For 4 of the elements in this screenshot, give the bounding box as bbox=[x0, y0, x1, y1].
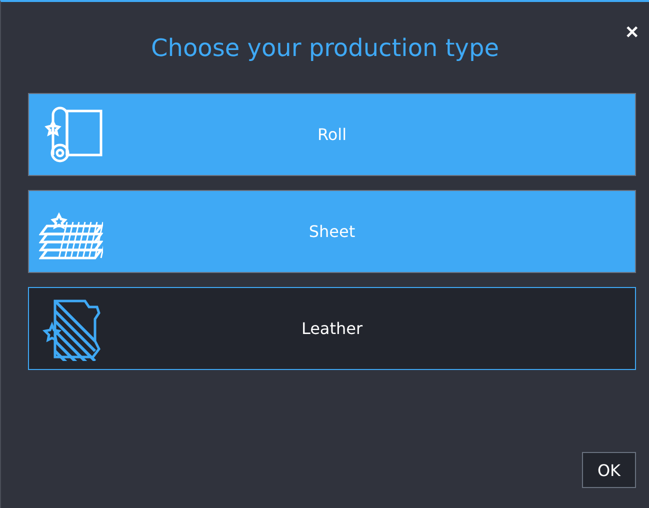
production-type-option[interactable]: Leather bbox=[28, 287, 636, 370]
dialog-title: Choose your production type bbox=[151, 33, 499, 64]
ok-button[interactable]: OK bbox=[582, 452, 636, 488]
close-button[interactable]: ✕ bbox=[623, 20, 641, 45]
